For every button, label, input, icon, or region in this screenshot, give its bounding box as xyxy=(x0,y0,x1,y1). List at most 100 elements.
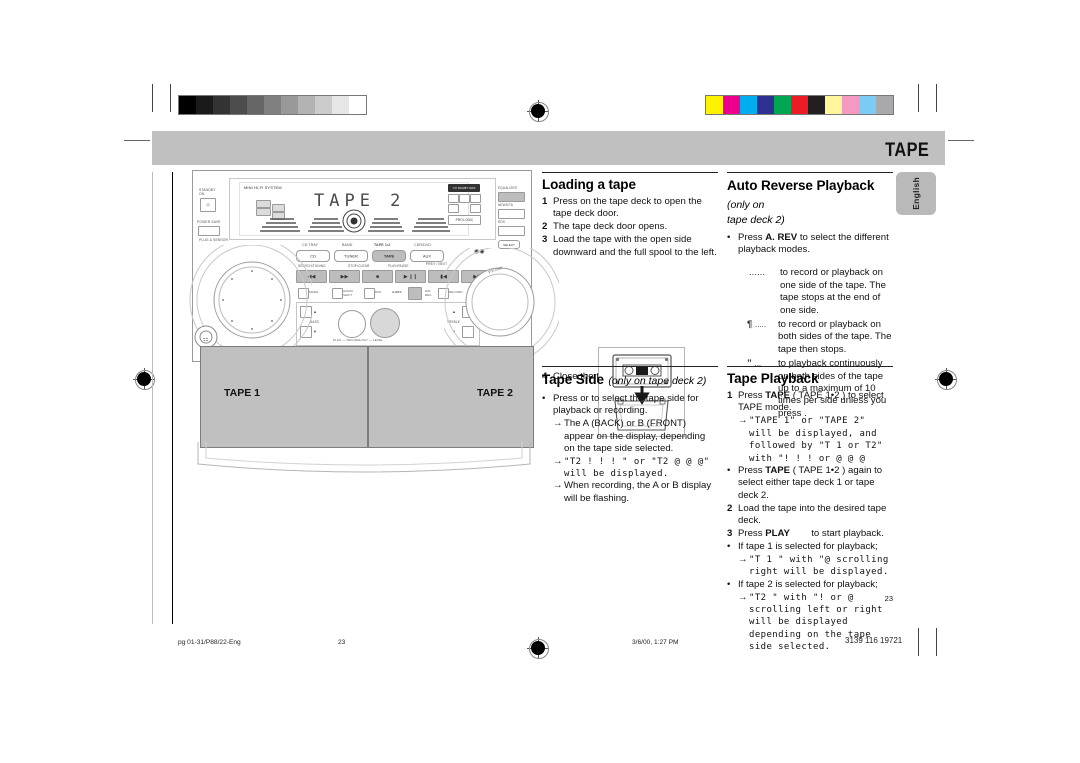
arrow-marker: → xyxy=(553,418,563,430)
list-item: 3 Load the tape with the open side downwa… xyxy=(542,234,718,259)
source-label-2: TAPE 1•2 xyxy=(374,243,391,247)
color-swatch-0 xyxy=(706,96,723,114)
mode-item: ...... to record or playback on one side… xyxy=(747,267,893,317)
sub-item: → "T2 ! ! ! " or "T2 @ @ @" will be displ… xyxy=(553,456,718,481)
mode-symbol: ¶ ..... xyxy=(747,319,778,356)
gray-swatch-0 xyxy=(179,96,196,114)
column-tape-side: Tape Side (only on tape deck 2) • Press o… xyxy=(542,366,718,505)
pro-logic-button[interactable]: PRO LOGIC xyxy=(448,215,481,225)
sub-text: The A (BACK) or B (FRONT) appear on the … xyxy=(564,418,706,455)
headphone-icon: ⚏ xyxy=(203,337,209,343)
bullet-text: Press or to select the tape side for pla… xyxy=(553,393,699,417)
step-number: 2 xyxy=(727,502,733,514)
gray-swatch-3 xyxy=(230,96,247,114)
standby-button[interactable]: ⏻ xyxy=(200,198,216,212)
gray-swatch-6 xyxy=(281,96,298,114)
bullet-text: Press A. REV to select the different pla… xyxy=(738,232,889,256)
list-item: • If tape 1 is selected for playback; xyxy=(727,541,893,553)
tone-knob-right[interactable] xyxy=(370,308,400,338)
list-item: • If tape 2 is selected for playback; xyxy=(727,579,893,591)
level-label: PLUS — TECHNOLOGY — LEVEL xyxy=(333,338,383,342)
step-text: The tape deck door opens. xyxy=(553,221,668,233)
section-rule-tape-playback xyxy=(727,366,893,367)
tape-deck-1-bay[interactable]: TAPE 1 xyxy=(200,346,368,448)
footer-job-code: pg 01-31/P88/22-Eng xyxy=(178,639,241,646)
source-button-aux[interactable]: AUX xyxy=(410,250,444,262)
step-text: Press TAPE ( TAPE 1•2 ) to select TAPE m… xyxy=(738,390,884,414)
gray-swatch-1 xyxy=(196,96,213,114)
section-rule-tape-side xyxy=(542,366,718,367)
transport-label-play: PLAY•PAUSE xyxy=(388,264,409,268)
transport-button-forward[interactable]: ▶▶ xyxy=(329,270,360,283)
dsp-button-2[interactable] xyxy=(459,194,470,203)
crop-mark-tl-v xyxy=(152,84,153,112)
transport-label-stop: STOP•CLEAR xyxy=(348,264,370,268)
language-tab-english[interactable]: English xyxy=(896,172,936,215)
dsp-button-4[interactable] xyxy=(448,204,459,213)
list-item: • Press or to select the tape side for pl… xyxy=(542,393,718,418)
dolby-surround-badge: ▽▽ DOLBY SUR xyxy=(448,184,480,192)
lcd-display-panel: MINI HI-FI SYSTEM TAPE 2 xyxy=(239,182,469,236)
transport-button-play[interactable]: ▶ ❙❙ xyxy=(395,270,426,283)
source-button-tape[interactable]: TAPE xyxy=(372,250,406,262)
section-rule-loading xyxy=(542,172,718,173)
bullet-text: If tape 1 is selected for playback; xyxy=(738,540,878,552)
column-tape-playback: Tape Playback 1 Press TAPE ( TAPE 1•2 ) … xyxy=(727,366,893,654)
equalizer-button[interactable] xyxy=(498,192,525,202)
list-item: 2 Load the tape into the desired tape de… xyxy=(727,503,893,528)
step-number: 1 xyxy=(727,390,733,401)
list-item: 2 The tape deck door opens. xyxy=(542,221,718,233)
transport-button-stop[interactable]: ■ xyxy=(362,270,393,283)
footer-date: 3/6/00, 1:27 PM xyxy=(632,639,679,646)
step-text: Load the tape with the open side downwar… xyxy=(553,234,717,258)
step-number: 2 xyxy=(542,221,548,233)
tape-side-heading-note: (only on tape deck 2) xyxy=(608,375,707,387)
sub-item: → When recording, the A or B display will… xyxy=(553,480,718,505)
list-item: 3 Press PLAY to start playback. xyxy=(727,528,893,540)
source-button-tuner[interactable]: TUNER xyxy=(334,250,368,262)
arrow-marker: → xyxy=(738,415,748,427)
rds-button[interactable] xyxy=(498,226,525,236)
page-title: TAPE xyxy=(884,140,929,161)
tone-knob-left[interactable] xyxy=(338,310,366,338)
gray-swatch-7 xyxy=(298,96,315,114)
audio-shift-button[interactable] xyxy=(332,288,343,299)
list-item: 1 Press on the tape deck to open the tape… xyxy=(542,196,718,221)
dsp-button-1[interactable] xyxy=(448,194,459,203)
bullet-marker: • xyxy=(727,232,731,243)
tape-playback-heading: Tape Playback xyxy=(727,371,819,386)
gray-swatch-10 xyxy=(349,96,366,114)
dsp-button-5[interactable] xyxy=(470,204,481,213)
dim-label: DIM xyxy=(375,290,381,294)
gray-swatch-9 xyxy=(332,96,349,114)
mode-dots: ..... xyxy=(755,319,767,329)
mode-text: to record or playback on one side of the… xyxy=(780,267,886,316)
sub-item: → "T 1 " with "@ scrolling right will be… xyxy=(738,554,893,579)
sub-text: "T 1 " with "@ scrolling right will be d… xyxy=(749,554,889,578)
crop-mark-tr-v2 xyxy=(936,84,937,112)
hifi-base-curve xyxy=(197,442,531,473)
color-swatch-4 xyxy=(774,96,791,114)
color-swatch-8 xyxy=(842,96,859,114)
registration-mark-right xyxy=(935,368,957,390)
a-rev-label: A.REV xyxy=(392,290,402,294)
step-text: Load the tape into the desired tape deck… xyxy=(738,502,887,527)
rds-label: RDS xyxy=(498,220,506,224)
dim-button[interactable] xyxy=(364,288,375,299)
list-item: • Press TAPE ( TAPE 1•2 ) again to selec… xyxy=(727,465,893,502)
power-save-button[interactable] xyxy=(198,226,220,236)
color-swatch-7 xyxy=(825,96,842,114)
a-rev-bold: A. REV xyxy=(765,232,798,243)
dsp-button-3[interactable] xyxy=(470,194,481,203)
step-text: Press on the tape deck to open the tape … xyxy=(553,196,702,220)
footer-page-number: 23 xyxy=(338,639,346,646)
tape-deck-2-bay[interactable]: TAPE 2 xyxy=(368,346,534,448)
bullet-marker: • xyxy=(727,540,731,552)
news-ta-button[interactable] xyxy=(498,209,525,219)
color-calibration-bar xyxy=(705,95,894,115)
mode-item: ¶ ..... to record or playback on both si… xyxy=(747,319,893,356)
bullet-text: Press TAPE ( TAPE 1•2 ) again to select … xyxy=(738,464,883,501)
a-rev-button[interactable] xyxy=(408,287,422,300)
manual-page: TAPE STANDBY ON ⏻ POWER SAVE PLUG & SENSO… xyxy=(0,0,1080,763)
crop-mark-left-h xyxy=(124,140,150,141)
